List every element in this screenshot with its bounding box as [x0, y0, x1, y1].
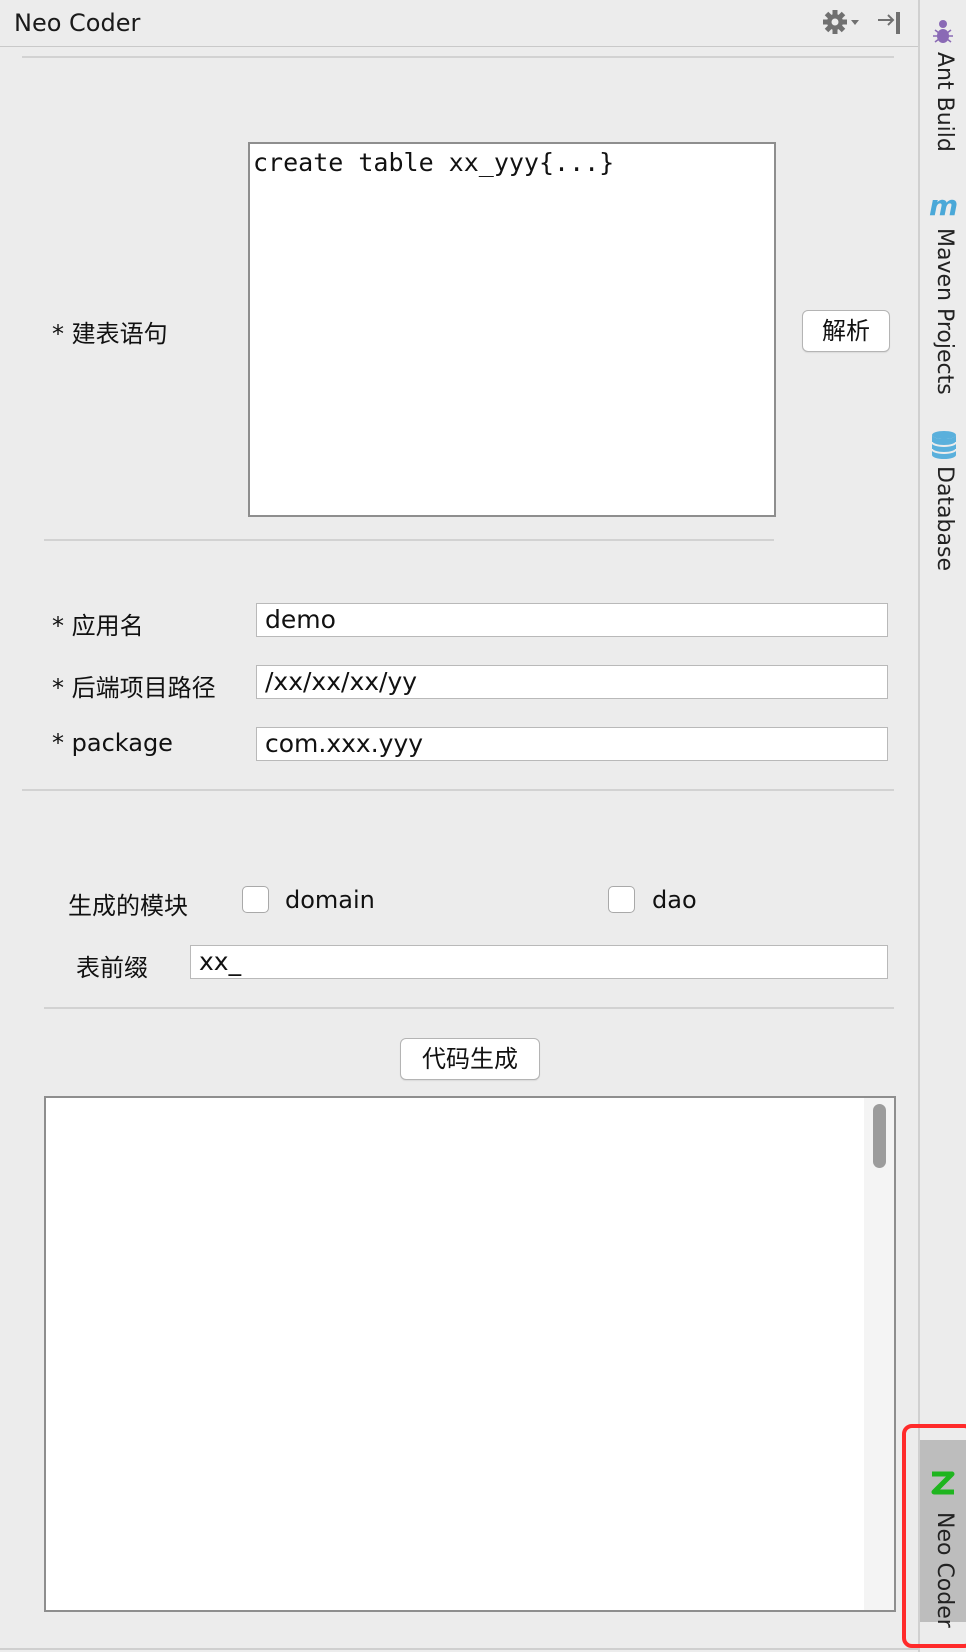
tool-window-maven-projects[interactable]: m Maven Projects [920, 189, 966, 395]
dao-checkbox-label[interactable]: dao [652, 886, 697, 914]
ant-icon [930, 16, 956, 50]
prefix-label: 表前缀 [76, 954, 148, 982]
tool-window-strip: Ant Build m Maven Projects Database Neo … [918, 0, 966, 1652]
tool-window-label: Ant Build [932, 52, 957, 152]
sql-label: * 建表语句 [52, 320, 168, 348]
output-textarea[interactable] [44, 1096, 896, 1612]
app-name-label: * 应用名 [52, 612, 144, 640]
divider [44, 539, 774, 541]
tool-window-ant-build[interactable]: Ant Build [920, 14, 966, 154]
panel-title-bar: Neo Coder [0, 0, 918, 47]
domain-checkbox-label[interactable]: domain [285, 886, 375, 914]
tool-window-label: Maven Projects [932, 228, 957, 395]
backend-path-label: * 后端项目路径 [52, 674, 216, 702]
tool-window-database[interactable]: Database [920, 430, 966, 571]
prefix-field[interactable]: xx_ [190, 945, 888, 979]
output-scrollbar[interactable] [864, 1098, 894, 1610]
backend-path-field[interactable]: /xx/xx/xx/yy [256, 665, 888, 699]
highlight-annotation [902, 1424, 966, 1648]
gear-icon[interactable] [822, 8, 862, 38]
divider [0, 1648, 918, 1650]
divider [22, 56, 894, 58]
package-label: * package [52, 729, 173, 757]
tool-window-label: Database [932, 466, 957, 571]
domain-checkbox[interactable] [242, 886, 269, 913]
app-name-field[interactable]: demo [256, 603, 888, 637]
generate-code-button[interactable]: 代码生成 [400, 1038, 540, 1080]
dao-checkbox[interactable] [608, 886, 635, 913]
panel-title: Neo Coder [14, 9, 141, 37]
sql-textarea[interactable]: create table xx_yyy{...} [248, 142, 776, 517]
divider [44, 1007, 894, 1009]
database-icon [930, 430, 958, 464]
pin-right-icon[interactable] [876, 8, 906, 38]
package-field[interactable]: com.xxx.yyy [256, 727, 888, 761]
maven-icon: m [929, 189, 959, 222]
modules-label: 生成的模块 [68, 892, 188, 920]
divider [22, 789, 894, 791]
neo-coder-panel: Neo Coder * 建表语句 create table xx_yyy{...… [0, 0, 918, 1652]
scrollbar-thumb[interactable] [873, 1104, 886, 1168]
parse-button[interactable]: 解析 [802, 310, 890, 352]
